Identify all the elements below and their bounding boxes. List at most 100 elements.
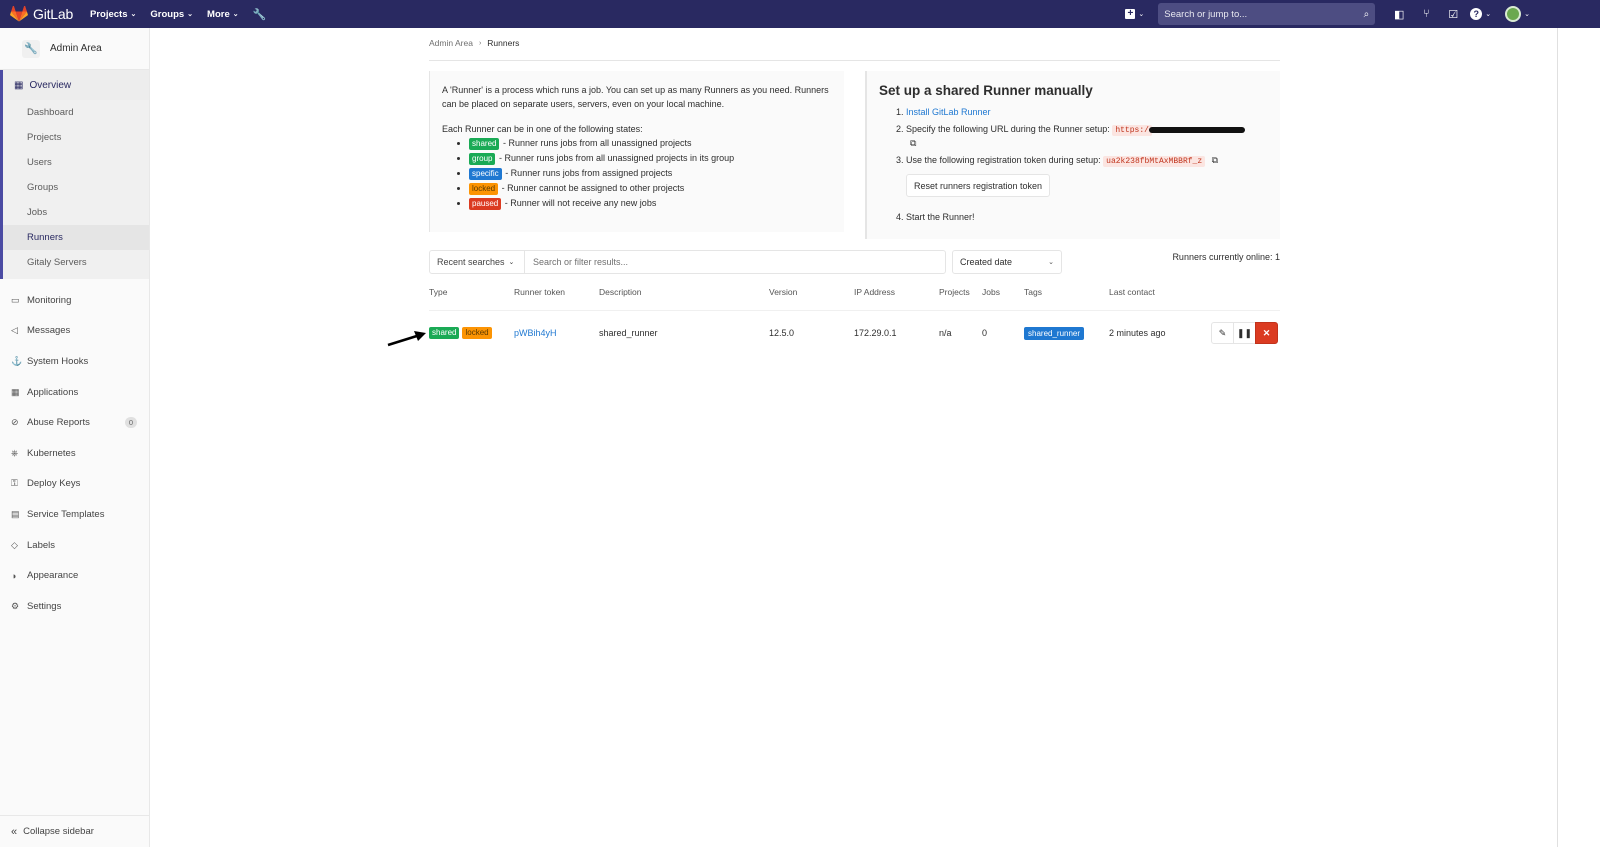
sort-label: Created date — [960, 257, 1013, 267]
sidebar-item-applications[interactable]: ▦ Applications — [0, 377, 149, 408]
sidebar-header[interactable]: 🔧 Admin Area — [0, 28, 149, 70]
abuse-icon: ⊘ — [11, 417, 19, 428]
todo-icon[interactable]: ☑ — [1443, 8, 1463, 21]
sidebar-item-overview[interactable]: ▦ Overview — [0, 70, 149, 100]
runner-description: shared_runner — [599, 328, 658, 338]
nav-projects[interactable]: Projects ⌄ — [90, 9, 136, 20]
install-runner-link[interactable]: Install GitLab Runner — [906, 107, 991, 117]
runner-actions: ✎ ❚❚ ✕ — [1211, 311, 1278, 355]
runner-token-link[interactable]: pWBih4yH — [514, 328, 557, 338]
sidebar-item-label: Messages — [27, 325, 71, 337]
sidebar-item-label: Kubernetes — [27, 447, 76, 459]
table-row: shared locked pWBih4yH shared_runner 12.… — [429, 310, 1280, 354]
sidebar-item-abuse-reports[interactable]: ⊘ Abuse Reports 0 — [0, 407, 149, 438]
header-last-contact: Last contact — [1109, 287, 1155, 297]
sidebar-item-label: Labels — [27, 539, 55, 551]
setup-title: Set up a shared Runner manually — [879, 83, 1093, 98]
recent-searches-dropdown[interactable]: Recent searches ⌄ — [430, 251, 525, 273]
avatar — [1505, 6, 1522, 22]
state-text: - Runner runs jobs from all unassigned p… — [496, 153, 735, 163]
admin-wrench-icon[interactable]: 🔧 — [253, 8, 267, 21]
overview-subnav: Dashboard Projects Users Groups Jobs Run… — [0, 100, 149, 279]
sidebar-item-messages[interactable]: ◁ Messages — [0, 316, 149, 347]
setup-step-2: Specify the following URL during the Run… — [906, 123, 1268, 150]
sidebar-item-label: Overview — [29, 79, 72, 91]
sidebar-item-labels[interactable]: ◇ Labels — [0, 530, 149, 561]
chevron-down-icon: ⌄ — [1485, 11, 1492, 18]
sort-dropdown[interactable]: Created date ⌄ — [952, 250, 1062, 274]
count-badge: 0 — [124, 417, 137, 429]
nav-more[interactable]: More ⌄ — [207, 9, 239, 20]
sidebar-subitem-jobs[interactable]: Jobs — [3, 200, 149, 225]
sidebar-item-deploy-keys[interactable]: ⚿ Deploy Keys — [0, 469, 149, 500]
pause-icon: ❚❚ — [1236, 328, 1253, 338]
sidebar-title: Admin Area — [50, 43, 102, 54]
sidebar-item-kubernetes[interactable]: ⎈ Kubernetes — [0, 438, 149, 469]
question-icon: ? — [1470, 8, 1483, 20]
sidebar-item-appearance[interactable]: ◑ Appearance — [0, 560, 149, 591]
header-type: Type — [429, 287, 448, 297]
header-ip: IP Address — [854, 287, 895, 297]
runner-tags-cell: shared_runner — [1024, 311, 1085, 355]
help-dropdown[interactable]: ? ⌄ — [1470, 8, 1491, 20]
reset-token-button[interactable]: Reset runners registration token — [906, 174, 1051, 197]
runner-intro-text: A 'Runner' is a process which runs a job… — [442, 85, 829, 109]
nav-search[interactable]: ⌕ — [1158, 3, 1376, 25]
remove-runner-button[interactable]: ✕ — [1255, 322, 1278, 344]
applications-icon: ▦ — [11, 386, 20, 397]
filter-bar: Recent searches ⌄ — [429, 250, 946, 274]
sidebar-subitem-groups[interactable]: Groups — [3, 175, 149, 200]
copy-icon[interactable]: ⧉ — [1212, 154, 1218, 167]
sidebar-item-system-hooks[interactable]: ⚓ System Hooks — [0, 346, 149, 377]
runner-last-contact: 2 minutes ago — [1109, 328, 1166, 338]
state-shared: shared - Runner runs jobs from all unass… — [469, 136, 832, 151]
recent-searches-label: Recent searches — [437, 257, 505, 267]
new-dropdown[interactable]: + ⌄ — [1125, 9, 1144, 19]
pause-runner-button[interactable]: ❚❚ — [1233, 322, 1256, 344]
collapse-label: Collapse sidebar — [23, 826, 94, 837]
nav-groups[interactable]: Groups ⌄ — [150, 9, 193, 20]
sidebar-subitem-gitaly[interactable]: Gitaly Servers — [3, 250, 149, 275]
user-menu[interactable]: ⌄ — [1505, 6, 1530, 22]
copy-icon[interactable]: ⧉ — [910, 137, 916, 150]
merge-request-icon[interactable]: ⑂ — [1416, 8, 1436, 20]
chevron-down-icon: ⌄ — [1524, 11, 1530, 18]
tanuki-icon — [10, 6, 28, 22]
redaction-mark — [1148, 126, 1245, 133]
sidebar-subitem-projects[interactable]: Projects — [3, 125, 149, 150]
edit-runner-button[interactable]: ✎ — [1211, 322, 1234, 344]
admin-sidebar: 🔧 Admin Area ▦ Overview Dashboard Projec… — [0, 28, 150, 847]
state-group: group - Runner runs jobs from all unassi… — [469, 151, 832, 166]
sidebar-item-label: Applications — [27, 386, 79, 398]
breadcrumb: Admin Area › Runners — [429, 38, 519, 48]
sidebar-subitem-runners[interactable]: Runners — [3, 225, 149, 250]
specific-badge: specific — [469, 167, 502, 180]
header-tags: Tags — [1024, 287, 1042, 297]
chevron-down-icon: ⌄ — [1048, 259, 1054, 266]
states-list: shared - Runner runs jobs from all unass… — [442, 136, 832, 211]
filter-search-input[interactable] — [525, 251, 945, 273]
shared-badge: shared — [469, 137, 500, 150]
gitlab-logo[interactable]: GitLab — [10, 6, 76, 22]
wrench-icon: 🔧 — [22, 39, 40, 58]
setup-steps: Install GitLab Runner Specify the follow… — [879, 106, 1268, 224]
sidebar-item-settings[interactable]: ⚙ Settings — [0, 591, 149, 622]
sidebar-toggle-icon[interactable]: ◧ — [1389, 8, 1409, 21]
registration-token: ua2k238fbMtAxMBBRf_z — [1103, 156, 1206, 167]
state-text: - Runner runs jobs from assigned project… — [502, 168, 673, 178]
breadcrumb-admin-area[interactable]: Admin Area — [429, 38, 473, 48]
hook-icon: ⚓ — [11, 355, 23, 366]
sidebar-subitem-users[interactable]: Users — [3, 150, 149, 175]
sidebar-item-monitoring[interactable]: ▭ Monitoring — [0, 285, 149, 316]
nav-search-input[interactable] — [1164, 8, 1364, 20]
runners-online-count: Runners currently online: 1 — [1172, 252, 1280, 262]
step-2-text: Specify the following URL during the Run… — [906, 124, 1110, 134]
sidebar-item-service-templates[interactable]: ▤ Service Templates — [0, 499, 149, 530]
setup-runner-box: Set up a shared Runner manually Install … — [865, 71, 1280, 239]
sidebar-subitem-dashboard[interactable]: Dashboard — [3, 100, 149, 125]
runner-ip: 172.29.0.1 — [854, 328, 897, 338]
runner-jobs: 0 — [982, 328, 988, 338]
paused-badge: paused — [469, 197, 502, 210]
collapse-sidebar-button[interactable]: « Collapse sidebar — [0, 815, 149, 847]
runner-info-box: A 'Runner' is a process which runs a job… — [429, 71, 844, 232]
